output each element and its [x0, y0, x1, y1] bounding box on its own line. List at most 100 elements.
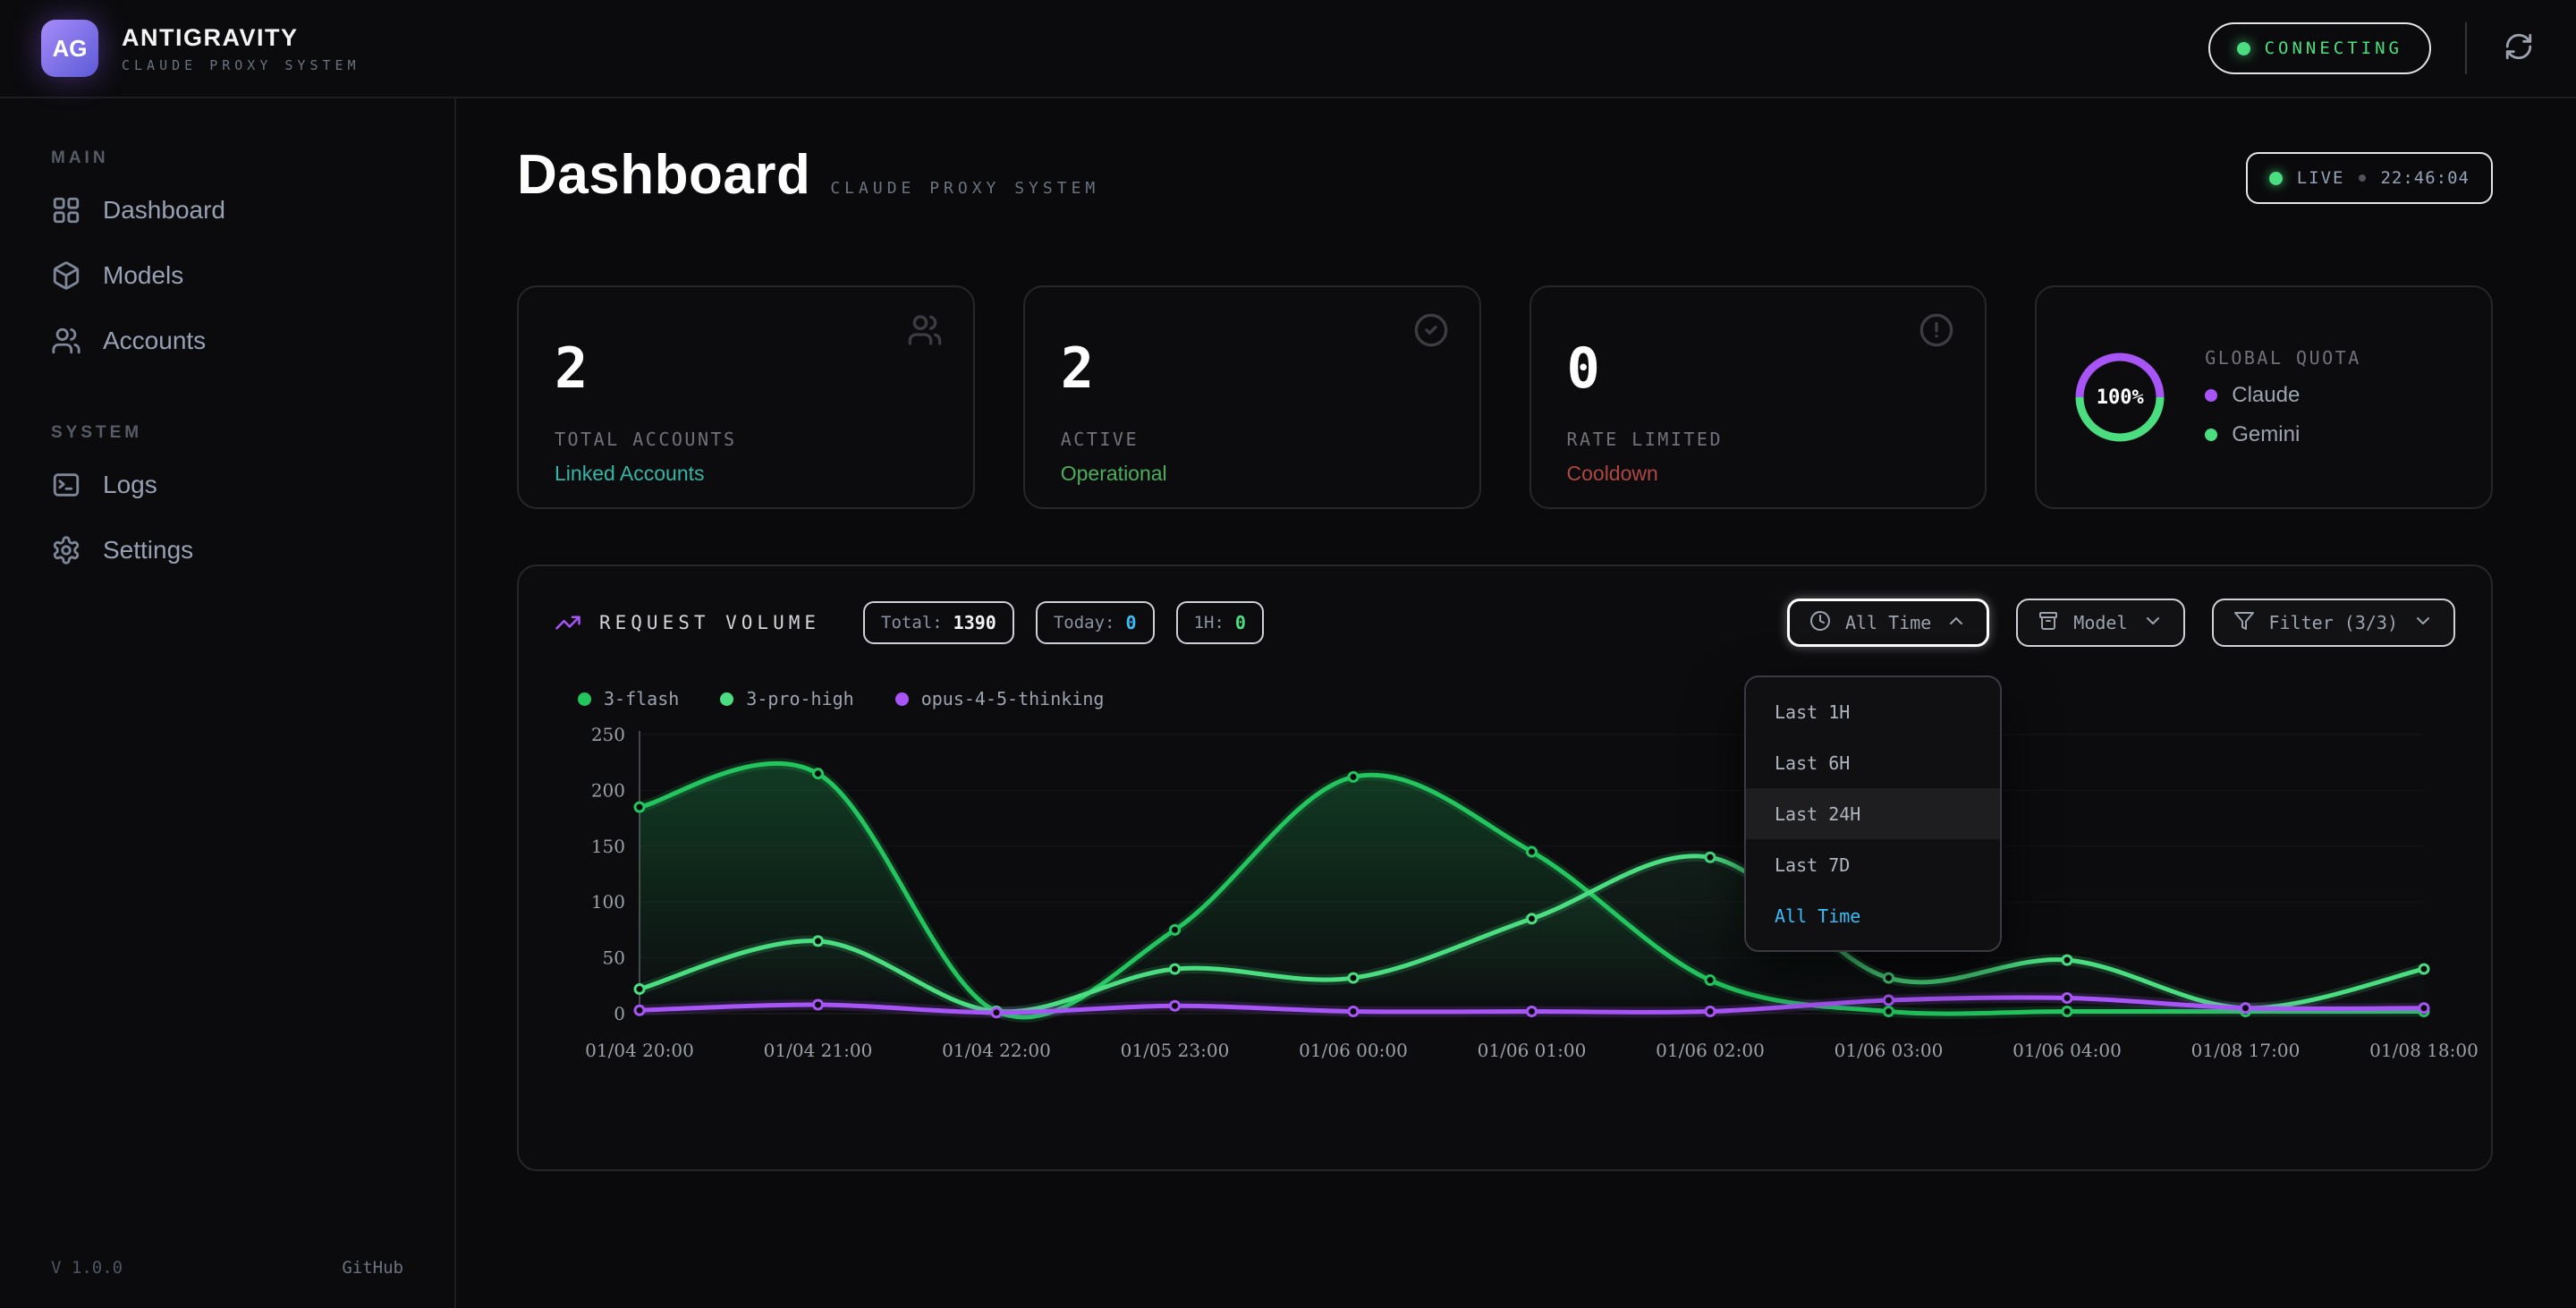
global-quota-card: 100% GLOBAL QUOTA Claude Gemini	[2035, 285, 2493, 509]
total-requests-badge: Total: 1390	[863, 601, 1014, 644]
legend-label: opus-4-5-thinking	[921, 688, 1105, 709]
svg-text:01/04 22:00: 01/04 22:00	[942, 1040, 1051, 1061]
stat-subtitle: Linked Accounts	[555, 462, 937, 486]
svg-text:150: 150	[591, 836, 625, 857]
legend-label: 3-flash	[604, 688, 679, 709]
stat-value: 2	[1061, 341, 1444, 396]
brand: ANTIGRAVITY CLAUDE PROXY SYSTEM	[122, 24, 360, 73]
legend-label: 3-pro-high	[746, 688, 853, 709]
users-icon	[907, 312, 943, 348]
time-range-label: All Time	[1845, 612, 1931, 633]
stat-label: TOTAL ACCOUNTS	[555, 429, 937, 450]
sidebar-section-main: MAIN	[51, 149, 454, 168]
github-link[interactable]: GitHub	[342, 1258, 403, 1278]
app-subtitle: CLAUDE PROXY SYSTEM	[122, 57, 360, 73]
stat-label: ACTIVE	[1061, 429, 1444, 450]
model-dropdown-button[interactable]: Model	[2016, 599, 2184, 647]
cube-icon	[51, 260, 81, 291]
topbar: AG ANTIGRAVITY CLAUDE PROXY SYSTEM CONNE…	[0, 0, 2576, 98]
stat-card-total-accounts: 2 TOTAL ACCOUNTS Linked Accounts	[517, 285, 975, 509]
page-header: Dashboard CLAUDE PROXY SYSTEM LIVE 22:46…	[517, 143, 2493, 207]
quota-provider-claude: Claude	[2205, 383, 2361, 408]
funnel-icon	[2233, 610, 2255, 636]
badge-value: 1390	[953, 612, 996, 633]
series-dot-icon	[578, 692, 591, 706]
dropdown-item-last-7d[interactable]: Last 7D	[1746, 839, 2000, 890]
sidebar-item-label: Models	[103, 261, 183, 290]
model-button-label: Model	[2073, 612, 2127, 633]
time-range-dropdown-menu: Last 1H Last 6H Last 24H Last 7D All Tim…	[1744, 675, 2002, 952]
app-logo: AG	[41, 20, 98, 77]
users-icon	[51, 326, 81, 356]
app-logo-text: AG	[53, 35, 88, 63]
stat-value: 0	[1567, 341, 1950, 396]
legend-item-3-pro-high: 3-pro-high	[720, 688, 853, 709]
svg-text:01/04 21:00: 01/04 21:00	[764, 1040, 873, 1061]
sidebar-item-logs[interactable]: Logs	[0, 452, 454, 517]
dropdown-item-last-24h[interactable]: Last 24H	[1746, 788, 2000, 839]
clock-icon	[1809, 610, 1831, 636]
chart-legend: 3-flash 3-pro-high opus-4-5-thinking	[578, 688, 2455, 709]
sidebar-item-accounts[interactable]: Accounts	[0, 308, 454, 373]
badge-value: 0	[1235, 612, 1246, 633]
trending-up-icon	[555, 609, 581, 636]
page-title: Dashboard	[517, 143, 810, 207]
archive-box-icon	[2038, 610, 2059, 636]
grid-icon	[51, 195, 81, 225]
stat-card-active: 2 ACTIVE Operational	[1023, 285, 1481, 509]
sidebar-item-label: Accounts	[103, 327, 206, 355]
chevron-down-icon	[2412, 610, 2434, 636]
chevron-down-icon	[2142, 610, 2164, 636]
today-requests-badge: Today: 0	[1036, 601, 1155, 644]
svg-text:01/06 01:00: 01/06 01:00	[1478, 1040, 1587, 1061]
live-status-badge: LIVE 22:46:04	[2246, 152, 2493, 204]
sidebar-item-models[interactable]: Models	[0, 242, 454, 308]
refresh-button[interactable]	[2501, 30, 2537, 66]
filter-dropdown-button[interactable]: Filter (3/3)	[2212, 599, 2456, 647]
series-dot-icon	[895, 692, 909, 706]
sidebar-item-settings[interactable]: Settings	[0, 517, 454, 582]
badge-label: Total:	[881, 613, 943, 633]
svg-text:01/06 04:00: 01/06 04:00	[2012, 1040, 2122, 1061]
chevron-up-icon	[1945, 610, 1967, 636]
request-volume-card: REQUEST VOLUME Total: 1390 Today: 0 1H: …	[517, 565, 2493, 1171]
main-content: Dashboard CLAUDE PROXY SYSTEM LIVE 22:46…	[456, 98, 2576, 1308]
terminal-icon	[51, 470, 81, 500]
quota-ring-gauge: 100%	[2072, 350, 2167, 445]
stat-cards-row: 2 TOTAL ACCOUNTS Linked Accounts 2 ACTIV…	[517, 285, 2493, 509]
chart-header: REQUEST VOLUME Total: 1390 Today: 0 1H: …	[555, 599, 2455, 647]
live-clock: 22:46:04	[2380, 168, 2470, 188]
badge-label: 1H:	[1194, 613, 1224, 633]
svg-text:01/05 23:00: 01/05 23:00	[1121, 1040, 1230, 1061]
quota-percent: 100%	[2072, 350, 2167, 445]
status-dot-icon	[2237, 42, 2250, 55]
dropdown-item-last-1h[interactable]: Last 1H	[1746, 686, 2000, 737]
connection-status-label: CONNECTING	[2265, 38, 2402, 58]
sidebar-item-label: Logs	[103, 471, 157, 499]
sidebar-item-label: Dashboard	[103, 196, 225, 225]
gemini-dot-icon	[2205, 429, 2217, 441]
refresh-icon	[2504, 31, 2534, 66]
dropdown-item-last-6h[interactable]: Last 6H	[1746, 737, 2000, 788]
svg-text:0: 0	[614, 1003, 625, 1024]
claude-dot-icon	[2205, 389, 2217, 402]
provider-name: Gemini	[2232, 422, 2300, 447]
dropdown-item-all-time[interactable]: All Time	[1746, 890, 2000, 941]
page-subtitle: CLAUDE PROXY SYSTEM	[830, 179, 1099, 198]
stat-card-rate-limited: 0 RATE LIMITED Cooldown	[1530, 285, 1987, 509]
alert-circle-icon	[1919, 312, 1954, 348]
chart-title: REQUEST VOLUME	[599, 612, 820, 633]
stat-subtitle: Cooldown	[1567, 462, 1950, 486]
filter-button-label: Filter (3/3)	[2269, 612, 2399, 633]
check-circle-icon	[1413, 312, 1449, 348]
series-dot-icon	[720, 692, 733, 706]
live-dot-icon	[2269, 172, 2283, 185]
stat-subtitle: Operational	[1061, 462, 1444, 486]
app-version: V 1.0.0	[51, 1258, 123, 1278]
svg-text:200: 200	[591, 779, 625, 801]
request-volume-chart: 05010015020025001/04 20:0001/04 21:0001/…	[555, 718, 2455, 1076]
sidebar-item-dashboard[interactable]: Dashboard	[0, 177, 454, 242]
svg-text:250: 250	[591, 724, 625, 745]
time-range-dropdown-button[interactable]: All Time	[1787, 599, 1989, 647]
stat-value: 2	[555, 341, 937, 396]
